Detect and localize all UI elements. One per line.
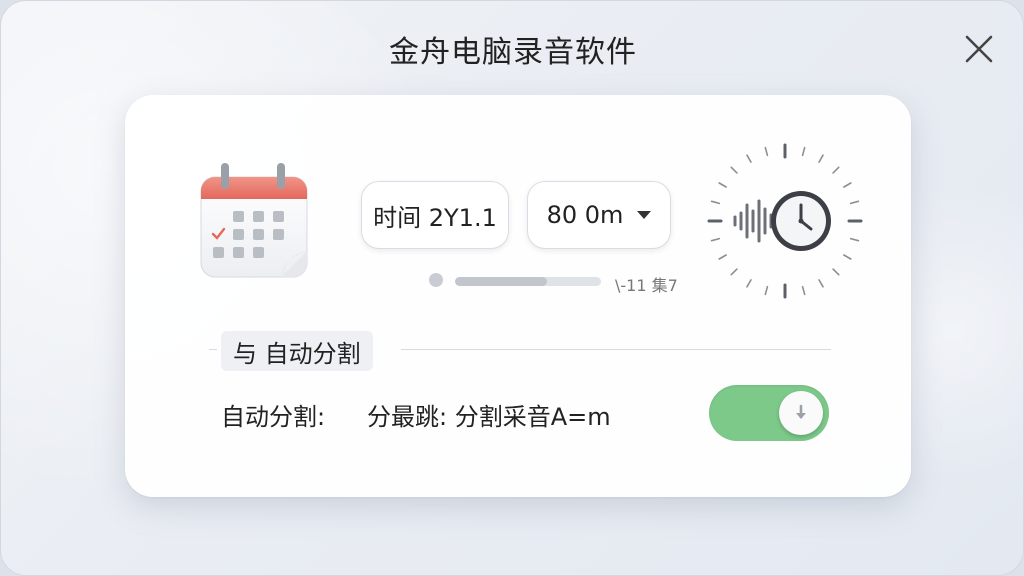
clock-tick <box>718 182 727 188</box>
progress-fill <box>455 277 547 286</box>
clock-tick <box>849 237 860 242</box>
clock-tick <box>746 279 752 288</box>
progress-handle[interactable] <box>429 273 443 287</box>
time-selector-label: 时间 2Y1.1 <box>373 203 497 232</box>
clock-tick <box>710 237 721 242</box>
clock-tick <box>832 166 840 174</box>
duration-dropdown[interactable]: 80 0m <box>527 181 671 249</box>
section-divider-left <box>209 349 217 350</box>
clock-tick <box>746 154 752 163</box>
close-icon <box>965 35 993 63</box>
arrow-down-icon <box>796 404 806 419</box>
clock-tick <box>818 279 824 288</box>
clock-tick <box>710 200 721 205</box>
clock-tick <box>849 200 860 205</box>
clock-tick <box>764 285 769 296</box>
clock-tick <box>730 268 738 276</box>
section-tag: 与 自动分割 <box>221 331 373 371</box>
toggle-knob[interactable] <box>779 391 823 435</box>
clock-waveform-icon <box>707 143 863 299</box>
settings-panel: 时间 2Y1.1 80 0m \-11 集7 与 自动分割 自动分割: 分最跳:… <box>125 95 911 497</box>
clock-tick <box>843 182 852 188</box>
clock-tick <box>801 146 806 157</box>
clock-tick <box>818 154 824 163</box>
window-title: 金舟电脑录音软件 <box>389 35 637 70</box>
clock-tick <box>843 254 852 260</box>
chevron-down-icon <box>637 211 652 219</box>
auto-split-label: 自动分割: <box>221 403 326 431</box>
calendar-icon <box>200 163 308 278</box>
app-window: 金舟电脑录音软件 时间 2Y1.1 80 0m \-11 集7 与 自动分割 自… <box>0 0 1024 576</box>
duration-dropdown-label: 80 0m <box>546 201 624 229</box>
close-button[interactable] <box>959 29 999 69</box>
clock-tick <box>832 268 840 276</box>
clock-tick <box>730 166 738 174</box>
progress-bar <box>455 277 601 286</box>
auto-split-toggle[interactable] <box>709 385 829 441</box>
auto-split-description: 分最跳: 分割采音A=m <box>367 403 611 431</box>
section-divider <box>401 349 831 350</box>
time-selector[interactable]: 时间 2Y1.1 <box>361 181 509 249</box>
progress-label: \-11 集7 <box>615 276 678 295</box>
clock-tick <box>718 254 727 260</box>
clock-tick <box>764 146 769 157</box>
clock-tick <box>801 285 806 296</box>
